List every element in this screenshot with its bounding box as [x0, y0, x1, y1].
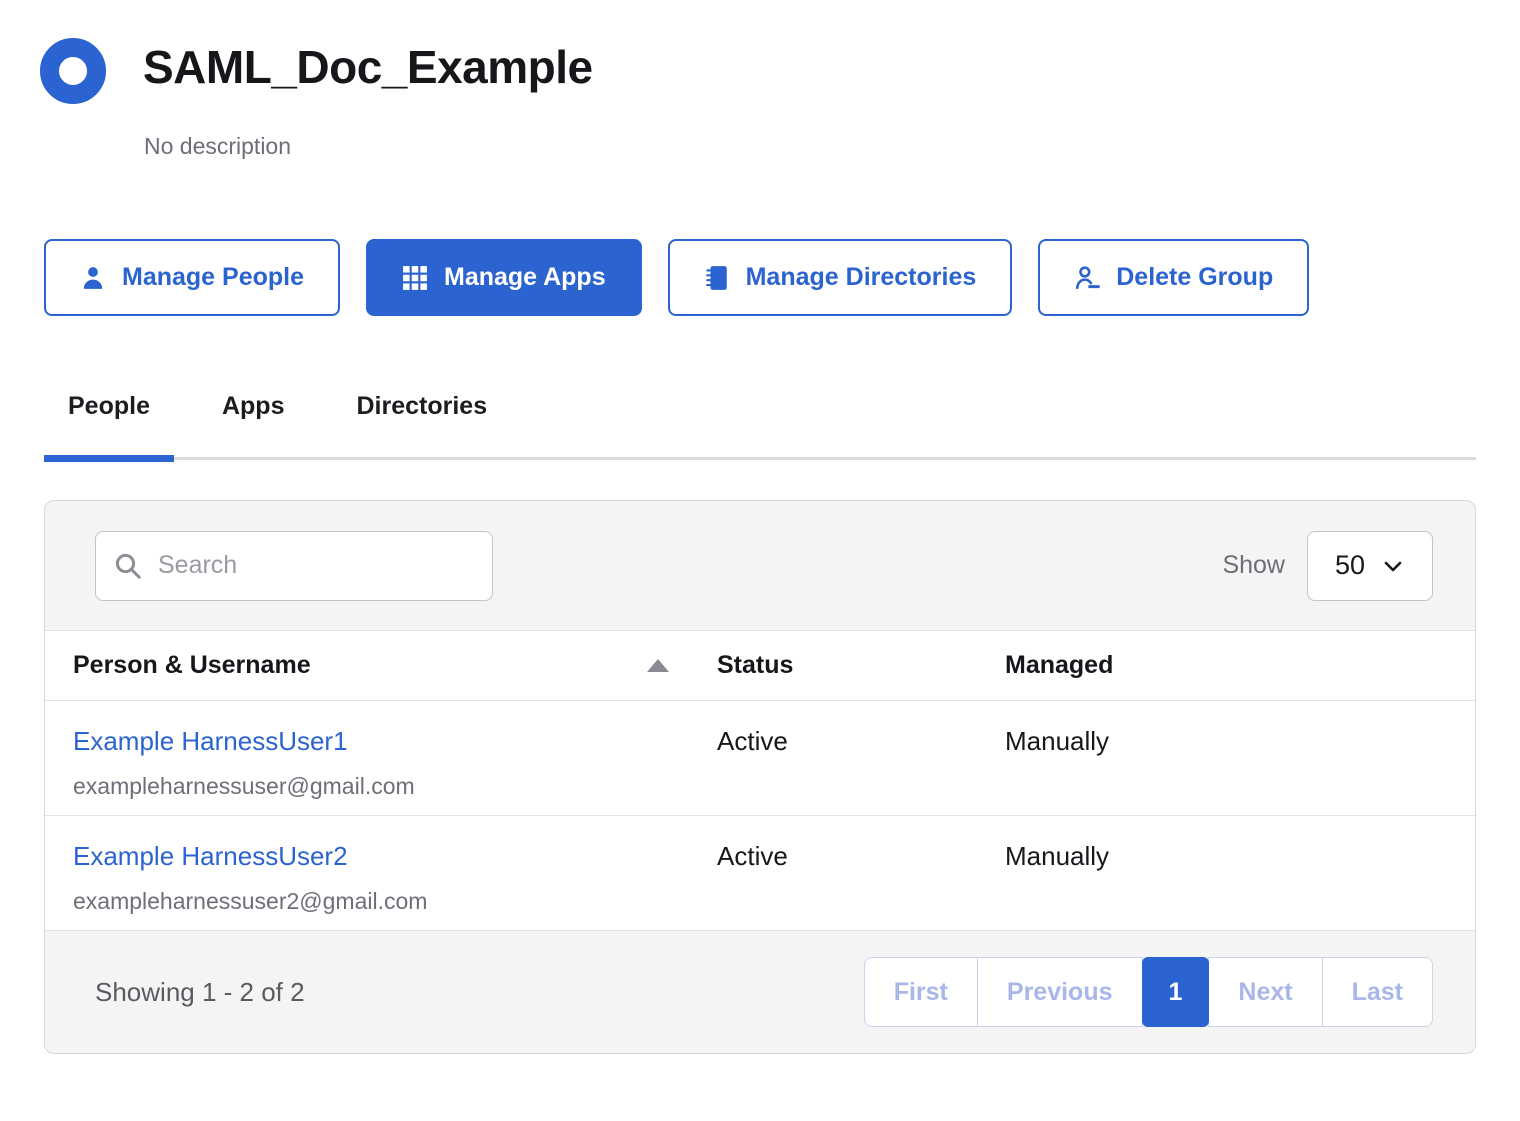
column-header-managed[interactable]: Managed [1005, 651, 1475, 680]
show-label: Show [1222, 551, 1285, 580]
pagination-last-button[interactable]: Last [1322, 957, 1433, 1027]
manage-apps-label: Manage Apps [444, 263, 606, 292]
column-header-status[interactable]: Status [717, 651, 1005, 680]
managed-cell: Manually [1005, 816, 1475, 930]
pagination: First Previous 1 Next Last [864, 957, 1433, 1027]
table-toolbar: Show 50 [45, 501, 1475, 631]
sort-ascending-icon [647, 659, 669, 672]
pagination-previous-button[interactable]: Previous [977, 957, 1143, 1027]
column-header-person-label: Person & Username [73, 651, 311, 680]
group-detail-page: SAML_Doc_Example No description Manage P… [0, 0, 1520, 1121]
grid-icon [402, 265, 428, 291]
manage-apps-button[interactable]: Manage Apps [366, 239, 642, 316]
user-email: exampleharnessuser2@gmail.com [73, 888, 717, 915]
table-header-row: Person & Username Status Managed [45, 631, 1475, 701]
people-table-card: Show 50 Person & Username Status Managed [44, 500, 1476, 1054]
status-cell: Active [717, 701, 1005, 815]
page-size-control: Show 50 [1222, 531, 1433, 601]
directory-book-icon [704, 265, 730, 291]
tab-people[interactable]: People [44, 378, 174, 457]
pagination-first-button[interactable]: First [864, 957, 978, 1027]
manage-people-button[interactable]: Manage People [44, 239, 340, 316]
group-action-bar: Manage People Manage Apps [44, 239, 1309, 316]
search-box [95, 531, 493, 601]
user-name-link[interactable]: Example HarnessUser2 [73, 841, 348, 871]
person-remove-icon [1074, 265, 1100, 291]
results-summary: Showing 1 - 2 of 2 [95, 977, 305, 1008]
search-icon [113, 551, 143, 586]
page-size-value: 50 [1335, 550, 1365, 581]
manage-directories-button[interactable]: Manage Directories [668, 239, 1013, 316]
table-row: Example HarnessUser2 exampleharnessuser2… [45, 816, 1475, 931]
tab-directories[interactable]: Directories [332, 378, 511, 457]
group-ring-icon [40, 38, 106, 104]
manage-directories-label: Manage Directories [746, 263, 977, 292]
search-input[interactable] [95, 531, 493, 601]
person-cell: Example HarnessUser1 exampleharnessuser@… [45, 701, 717, 815]
column-header-person[interactable]: Person & Username [45, 651, 717, 680]
status-cell: Active [717, 816, 1005, 930]
delete-group-button[interactable]: Delete Group [1038, 239, 1309, 316]
user-email: exampleharnessuser@gmail.com [73, 773, 717, 800]
table-row: Example HarnessUser1 exampleharnessuser@… [45, 701, 1475, 816]
manage-people-label: Manage People [122, 263, 304, 292]
tab-apps[interactable]: Apps [198, 378, 309, 457]
chevron-down-icon [1381, 554, 1405, 578]
group-description: No description [144, 133, 291, 160]
group-tabs: People Apps Directories [44, 378, 1476, 460]
pagination-page-1-button[interactable]: 1 [1142, 957, 1210, 1027]
managed-cell: Manually [1005, 701, 1475, 815]
page-size-select[interactable]: 50 [1307, 531, 1433, 601]
pagination-next-button[interactable]: Next [1208, 957, 1322, 1027]
user-name-link[interactable]: Example HarnessUser1 [73, 726, 348, 756]
table-footer: Showing 1 - 2 of 2 First Previous 1 Next… [45, 931, 1475, 1053]
person-icon [80, 265, 106, 291]
person-cell: Example HarnessUser2 exampleharnessuser2… [45, 816, 717, 930]
page-title: SAML_Doc_Example [143, 40, 593, 94]
delete-group-label: Delete Group [1116, 263, 1273, 292]
